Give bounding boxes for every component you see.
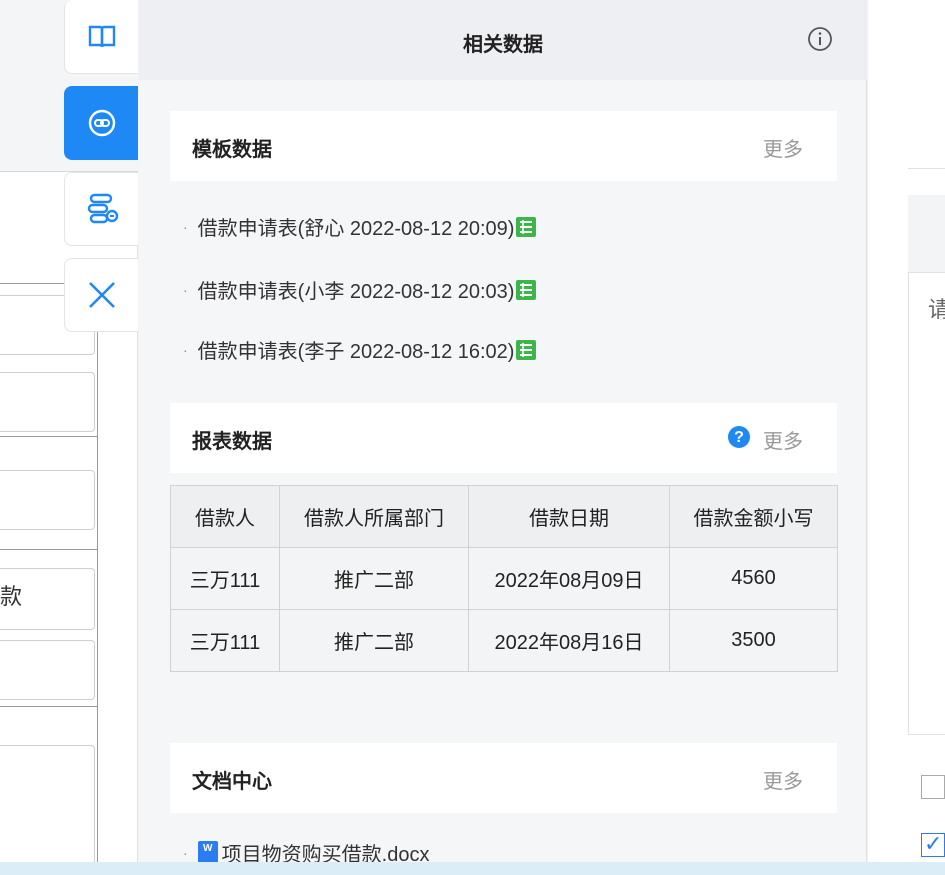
table-header-row: 借款人 借款人所属部门 借款日期 借款金额小写 [170,485,838,548]
form-input[interactable] [0,640,95,700]
bullet-dot: · [183,218,188,235]
table-line [97,706,98,866]
column-header: 借款金额小写 [669,485,838,548]
bullet-dot: · [183,844,188,861]
report-data-more-link[interactable]: 更多 [763,425,803,454]
template-item-label: 借款申请表(舒心 2022-08-12 20:09) [197,218,515,240]
link-settings-button[interactable] [64,172,138,246]
table-line [0,436,97,437]
comment-box[interactable] [908,195,945,735]
table-form-icon [516,279,537,300]
right-form-area: 请 [868,0,945,875]
table-cell: 三万111 [170,609,280,672]
table-cell: 推广二部 [279,609,469,672]
template-list-item[interactable]: · 借款申请表(小李 2022-08-12 20:03) [183,275,537,304]
svg-text:?: ? [734,429,744,446]
table-line [0,549,97,550]
report-table: 借款人 借款人所属部门 借款日期 借款金额小写 三万111 推广二部 2022年… [170,485,838,672]
form-select-value: 款 [0,584,23,609]
template-item-label: 借款申请表(小李 2022-08-12 20:03) [197,281,515,303]
table-cell: 2022年08月09日 [468,547,670,610]
panel-header: 相关数据 [139,0,867,80]
book-button[interactable] [64,0,138,74]
comment-box-header [908,195,945,273]
bullet-dot: · [183,341,188,358]
table-line [0,283,64,284]
column-header: 借款人所属部门 [279,485,469,548]
table-cell: 推广二部 [279,547,469,610]
report-data-header: 报表数据 ? 更多 [170,403,837,473]
table-form-icon [516,339,537,360]
form-input[interactable] [0,372,95,432]
form-select[interactable]: 款 [0,568,95,630]
template-data-title: 模板数据 [192,139,272,161]
related-data-panel: 相关数据 模板数据 更多 · 借款申请表(舒心 2022-08-12 20:09… [139,0,867,875]
form-textarea[interactable] [0,745,95,865]
column-header: 借款日期 [468,485,670,548]
divider [908,168,945,169]
table-row[interactable]: 三万111 推广二部 2022年08月16日 3500 [170,609,838,672]
document-center-title: 文档中心 [192,771,272,793]
table-cell: 4560 [669,547,838,610]
table-line [0,706,97,707]
table-row[interactable]: 三万111 推广二部 2022年08月09日 4560 [170,547,838,610]
panel-title: 相关数据 [463,34,543,56]
table-cell: 3500 [669,609,838,672]
close-button[interactable] [64,258,138,332]
word-doc-icon: W [197,840,218,865]
template-list-item[interactable]: · 借款申请表(舒心 2022-08-12 20:09) [183,212,537,241]
document-center-more-link[interactable]: 更多 [763,765,803,794]
template-data-header: 模板数据 更多 [170,111,837,181]
template-list-item[interactable]: · 借款申请表(李子 2022-08-12 16:02) [183,335,537,364]
bullet-dot: · [183,281,188,298]
checkbox-checked[interactable] [921,831,945,857]
book-icon [88,25,115,47]
report-data-title: 报表数据 [192,431,272,453]
column-header: 借款人 [170,485,280,548]
link-icon [88,109,115,137]
template-item-label: 借款申请表(李子 2022-08-12 16:02) [197,341,515,363]
table-form-icon [516,216,537,237]
close-icon [88,282,115,308]
comment-placeholder: 请 [928,297,945,322]
template-data-more-link[interactable]: 更多 [763,133,803,162]
info-icon[interactable] [807,26,833,52]
table-line [97,330,98,708]
bottom-bar [0,862,945,875]
table-cell: 三万111 [170,547,280,610]
related-data-button[interactable] [64,86,138,160]
table-cell: 2022年08月16日 [468,609,670,672]
form-input[interactable] [0,470,95,530]
link-settings-icon [87,193,118,224]
document-center-header: 文档中心 更多 [170,743,837,813]
checkbox-unchecked[interactable] [921,775,945,799]
help-icon[interactable]: ? [727,425,751,449]
